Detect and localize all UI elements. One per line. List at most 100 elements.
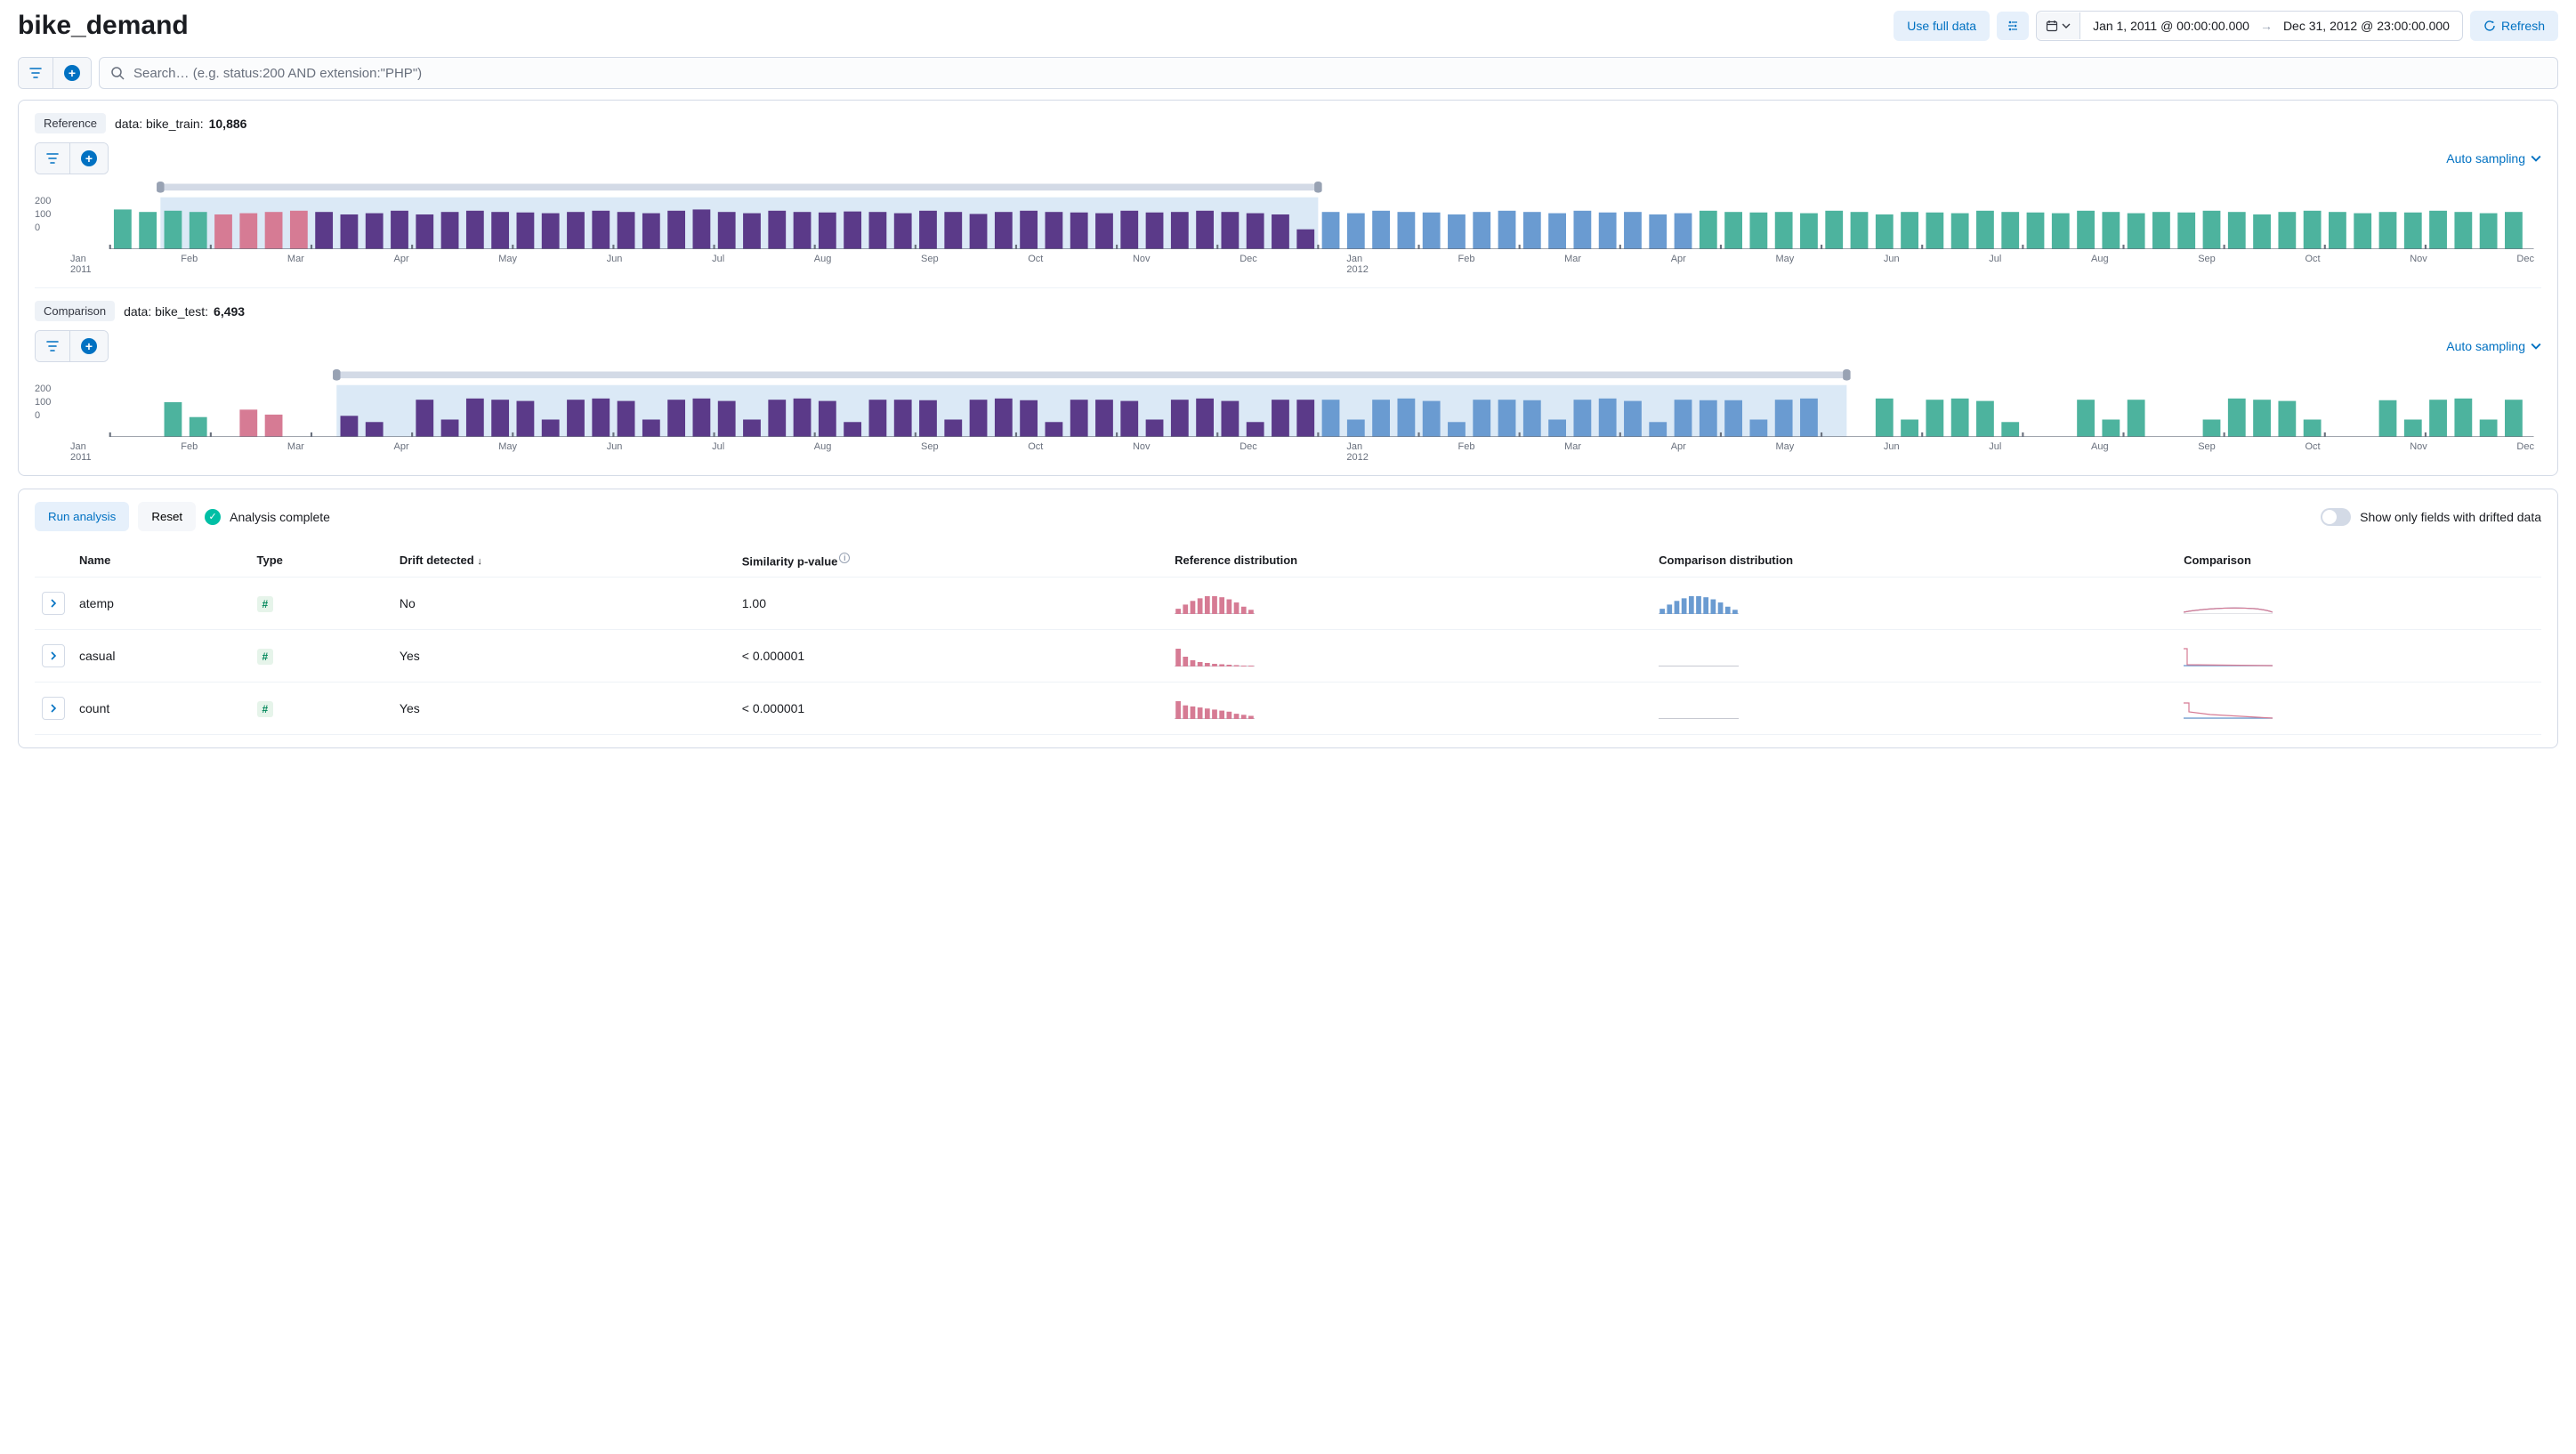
y-tick: 200 xyxy=(35,196,51,206)
filter-group: + xyxy=(18,57,92,89)
comparison-chart[interactable]: 200 100 0 Jan2011FebMarAprMayJunJulAugSe… xyxy=(35,369,2541,463)
comparison-sampling-dropdown[interactable]: Auto sampling xyxy=(2446,339,2541,353)
x-tick: Dec xyxy=(2516,254,2534,275)
reference-filter-group: + xyxy=(35,142,109,174)
page-title: bike_demand xyxy=(18,11,189,41)
x-tick: May xyxy=(498,254,517,275)
cell-drift: Yes xyxy=(392,630,735,683)
x-tick: May xyxy=(1775,254,1794,275)
table-row: count # Yes < 0.000001 xyxy=(35,683,2541,735)
reference-sampling-dropdown[interactable]: Auto sampling xyxy=(2446,151,2541,166)
cell-ref-dist xyxy=(1167,683,1651,735)
col-pvalue[interactable]: Similarity p-valuei xyxy=(735,544,1167,578)
reference-badge: Reference xyxy=(35,113,106,133)
col-drift[interactable]: Drift detected ↓ xyxy=(392,544,735,578)
chevron-right-icon xyxy=(49,704,58,713)
x-tick: Nov xyxy=(2410,441,2427,463)
expand-row-button[interactable] xyxy=(42,644,65,667)
x-tick: Aug xyxy=(2091,254,2109,275)
x-tick: Jan2012 xyxy=(1346,441,1368,463)
comparison-add-filter-button[interactable]: + xyxy=(69,331,108,361)
y-tick: 200 xyxy=(35,384,51,394)
cell-pvalue: < 0.000001 xyxy=(735,683,1167,735)
cell-pvalue: 1.00 xyxy=(735,578,1167,630)
cell-compare xyxy=(2176,578,2541,630)
cell-drift: No xyxy=(392,578,735,630)
x-tick: Jul xyxy=(712,441,724,463)
x-tick: Apr xyxy=(394,441,409,463)
cell-name: atemp xyxy=(72,578,250,630)
sort-down-icon: ↓ xyxy=(477,556,482,567)
x-tick: Nov xyxy=(1133,254,1151,275)
comparison-badge: Comparison xyxy=(35,301,115,321)
x-tick: Dec xyxy=(1240,441,1257,463)
x-tick: Feb xyxy=(1458,254,1475,275)
x-tick: Dec xyxy=(1240,254,1257,275)
date-to: Dec 31, 2012 @ 23:00:00.000 xyxy=(2283,19,2450,33)
col-comp-dist[interactable]: Comparison distribution xyxy=(1651,544,2176,578)
col-ref-dist[interactable]: Reference distribution xyxy=(1167,544,1651,578)
analysis-status: Analysis complete xyxy=(230,510,330,524)
expand-row-button[interactable] xyxy=(42,697,65,720)
search-icon xyxy=(110,66,125,80)
number-type-icon: # xyxy=(257,596,274,612)
table-row: atemp # No 1.00 xyxy=(35,578,2541,630)
cell-comp-dist xyxy=(1651,578,2176,630)
date-range-picker[interactable]: Jan 1, 2011 @ 00:00:00.000 → Dec 31, 201… xyxy=(2036,11,2463,41)
reference-add-filter-button[interactable]: + xyxy=(69,143,108,174)
plus-icon: + xyxy=(81,338,97,354)
reference-filter-button[interactable] xyxy=(36,143,69,174)
number-type-icon: # xyxy=(257,649,274,665)
calendar-button[interactable] xyxy=(2037,12,2080,39)
table-row: casual # Yes < 0.000001 xyxy=(35,630,2541,683)
x-tick: Feb xyxy=(1458,441,1475,463)
x-tick: Mar xyxy=(287,441,304,463)
cell-name: count xyxy=(72,683,250,735)
x-tick: May xyxy=(498,441,517,463)
search-box[interactable] xyxy=(99,57,2558,89)
drift-only-toggle[interactable] xyxy=(2321,508,2351,526)
date-from: Jan 1, 2011 @ 00:00:00.000 xyxy=(2093,19,2249,33)
reset-button[interactable]: Reset xyxy=(138,502,196,531)
filter-button[interactable] xyxy=(19,58,52,88)
chevron-down-icon xyxy=(2062,21,2071,30)
filter-icon xyxy=(46,152,59,165)
col-type[interactable]: Type xyxy=(250,544,392,578)
info-icon: i xyxy=(839,553,850,563)
options-button[interactable] xyxy=(1997,12,2029,40)
comparison-filter-button[interactable] xyxy=(36,331,69,361)
x-tick: Aug xyxy=(814,254,832,275)
plus-icon: + xyxy=(64,65,80,81)
cell-pvalue: < 0.000001 xyxy=(735,630,1167,683)
sliders-icon xyxy=(2007,20,2019,32)
cell-type: # xyxy=(250,578,392,630)
reference-chart[interactable]: 200 100 0 Jan2011FebMarAprMayJunJulAugSe… xyxy=(35,182,2541,275)
search-input[interactable] xyxy=(133,66,2547,81)
x-tick: Oct xyxy=(2305,254,2320,275)
drift-table: Name Type Drift detected ↓ Similarity p-… xyxy=(35,544,2541,735)
x-tick: Jun xyxy=(1884,254,1900,275)
x-tick: Sep xyxy=(2198,254,2216,275)
arrow-right-icon: → xyxy=(2260,19,2273,33)
refresh-button[interactable]: Refresh xyxy=(2470,11,2558,41)
x-tick: Sep xyxy=(921,441,939,463)
y-tick: 0 xyxy=(35,410,51,421)
comparison-data-label: data: bike_test: 6,493 xyxy=(124,304,245,319)
number-type-icon: # xyxy=(257,701,274,717)
col-name[interactable]: Name xyxy=(72,544,250,578)
drift-only-label: Show only fields with drifted data xyxy=(2360,510,2541,524)
reference-data-label: data: bike_train: 10,886 xyxy=(115,117,246,131)
expand-row-button[interactable] xyxy=(42,592,65,615)
x-tick: Apr xyxy=(394,254,409,275)
add-filter-button[interactable]: + xyxy=(52,58,91,88)
run-analysis-button[interactable]: Run analysis xyxy=(35,502,129,531)
chevron-down-icon xyxy=(2531,341,2541,351)
x-tick: Mar xyxy=(287,254,304,275)
x-tick: Feb xyxy=(181,441,198,463)
cell-ref-dist xyxy=(1167,578,1651,630)
col-comp[interactable]: Comparison xyxy=(2176,544,2541,578)
use-full-data-button[interactable]: Use full data xyxy=(1894,11,1990,41)
refresh-icon xyxy=(2483,20,2496,32)
x-tick: Aug xyxy=(814,441,832,463)
x-tick: Jul xyxy=(712,254,724,275)
